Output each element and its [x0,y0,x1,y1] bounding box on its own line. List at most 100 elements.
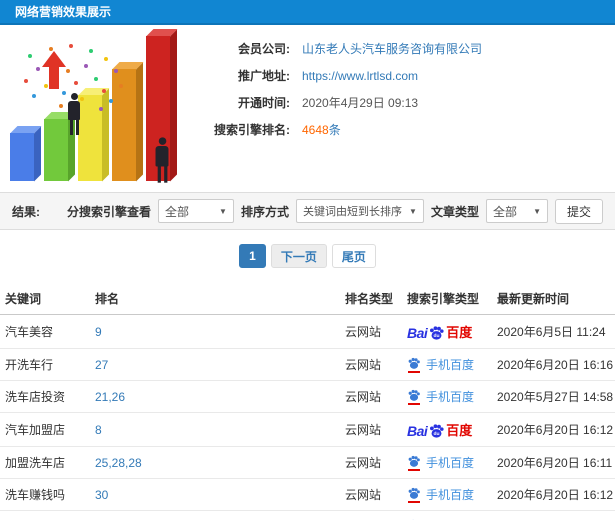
updated-cell: 2020年6月5日 11:24 [492,314,615,349]
person-figure-left [66,93,82,135]
engine-cell: Bai du 百度 [402,412,492,447]
engine-cell: Bai du 百度 [402,446,492,479]
updated-cell: 2020年5月27日 14:58 [492,380,615,413]
keyword-ranking-table: 关键词 排名 排名类型 搜索引擎类型 最新更新时间 汽车美容 9 云网站 Bai… [0,280,615,520]
updated-cell: 2020年6月20日 16:12 [492,478,615,511]
svg-text:du: du [434,333,440,339]
rank-link[interactable]: 30 [95,488,108,502]
logo-underline [408,403,420,405]
header-updated: 最新更新时间 [492,280,615,315]
logo-underline [408,371,420,373]
keyword-cell: 洗车店投资 [0,380,90,413]
rank-type-cell: 云网站 [340,348,402,381]
rank-cell: 25,28,28 [90,446,340,479]
mobile-baidu-logo: 手机百度 [407,388,474,405]
rank-type-cell: 云网站 [340,510,402,520]
info-row-company: 会员公司: 山东老人头汽车服务咨询有限公司 [185,35,605,62]
rank-cell: 8 [90,412,340,447]
engine-cell: Bai du 百度 [402,380,492,413]
baidu-paw-icon: du [430,326,444,340]
table-row: 开洗车行 27 云网站 Bai du 百度 [0,348,615,381]
submit-button[interactable]: 提交 [554,198,603,224]
article-type-select[interactable]: 全部 ▼ [485,199,548,223]
engine-cell: Bai du 百度 [402,510,492,520]
promo-url-label: 推广地址: [238,69,290,83]
mobile-baidu-logo: 手机百度 [407,356,474,373]
keyword-cell: 汽车加盟店 [0,412,90,447]
ranking-count-label: 搜索引擎排名: [214,123,290,137]
header-engine-type: 搜索引擎类型 [402,280,492,315]
info-section: 会员公司: 山东老人头汽车服务咨询有限公司 推广地址: https://www.… [0,25,615,192]
baidu-logo: Bai du 百度 [407,423,473,439]
sort-select[interactable]: 关键词由短到长排序 ▼ [295,199,424,223]
baidu-logo: Bai du 百度 [407,325,473,341]
company-link[interactable]: 山东老人头汽车服务咨询有限公司 [302,40,482,57]
keyword-cell: 加盟洗车店 [0,446,90,479]
page-button-1[interactable]: 1 [239,244,266,268]
updated-cell: 2020年6月20日 16:16 [492,348,615,381]
table-row: 洗车赚钱吗 30 云网站 Bai du 百度 [0,478,615,511]
logo-underline [408,501,420,503]
table-row: 加盟洗车店 25,28,28 云网站 Bai du 百度 [0,446,615,479]
rank-type-cell: 云网站 [340,412,402,447]
header-keyword: 关键词 [0,280,90,315]
baidu-paw-icon [408,487,420,499]
rank-link[interactable]: 21,26 [95,390,125,404]
rank-link[interactable]: 25,28,28 [95,456,142,470]
updated-cell: 2020年6月18日 14:27 [492,510,615,520]
chevron-down-icon: ▼ [219,206,227,216]
engine-cell: Bai du 百度 [402,478,492,511]
baidu-paw-icon [408,389,420,401]
rank-link[interactable]: 9 [95,325,102,339]
mobile-baidu-logo: 手机百度 [407,454,474,471]
rank-type-cell: 云网站 [340,380,402,413]
header-rank: 排名 [90,280,340,315]
rank-type-cell: 云网站 [340,314,402,349]
rank-cell: 27 [90,348,340,381]
chevron-down-icon: ▼ [409,206,417,216]
filter-bar: 结果: 分搜索引擎查看 全部 ▼ 排序方式 关键词由短到长排序 ▼ 文章类型 全… [0,192,615,230]
rank-link[interactable]: 8 [95,423,102,437]
open-time-value: 2020年4月29日 09:13 [302,96,419,110]
engine-view-select[interactable]: 全部 ▼ [157,199,234,223]
engine-cell: Bai du 百度 [402,314,492,349]
engine-cell: Bai du 百度 [402,348,492,381]
sort-label: 排序方式 [240,204,289,219]
illustration-bars [6,33,178,185]
illustration-bar [10,133,34,181]
updated-cell: 2020年6月20日 16:12 [492,412,615,447]
result-label: 结果: [12,204,40,219]
promo-url-link[interactable]: https://www.lrtlsd.com [302,69,418,83]
table-row: 汽车加盟店 8 云网站 Bai du 百度 2020年6月20日 16:12 [0,412,615,447]
logo-underline [408,469,420,471]
mobile-baidu-logo: 手机百度 [407,486,474,503]
baidu-paw-icon [408,357,420,369]
growth-arrow-icon [42,51,66,89]
confetti-decoration [14,39,18,43]
rank-cell: 9 [90,314,340,349]
article-type-label: 文章类型 [430,204,479,219]
baidu-paw-icon: du [430,424,444,438]
table-body: 汽车美容 9 云网站 Bai du 百度 2020年6月5日 11:24 开洗车… [0,314,615,520]
svg-text:du: du [434,431,440,437]
keyword-cell: 汽车美容 [0,314,90,349]
table-row: 汽车美容 9 云网站 Bai du 百度 2020年6月5日 11:24 [0,314,615,349]
info-row-open-time: 开通时间: 2020年4月29日 09:13 [185,89,605,116]
page-title: 网络营销效果展示 [15,5,112,19]
table-row: 洗车店投资 21,26 云网站 Bai du 百度 [0,380,615,413]
illustration-bar [112,69,136,181]
table-header-row: 关键词 排名 排名类型 搜索引擎类型 最新更新时间 [0,280,615,315]
rank-cell: 21,26 [90,380,340,413]
ranking-count-value: 4648条 [302,123,341,137]
pagination: 1 下一页 尾页 [0,230,615,280]
chevron-down-icon: ▼ [533,206,541,216]
rank-link[interactable]: 27 [95,358,108,372]
info-row-ranking-count: 搜索引擎排名: 4648条 [185,116,605,143]
open-time-label: 开通时间: [238,96,290,110]
rank-cell: 30 [90,478,340,511]
bar-chart-illustration [6,33,178,185]
header-rank-type: 排名类型 [340,280,402,315]
last-page-button[interactable]: 尾页 [331,244,376,268]
next-page-button[interactable]: 下一页 [270,244,327,268]
keyword-cell: 洗车赚钱吗 [0,478,90,511]
